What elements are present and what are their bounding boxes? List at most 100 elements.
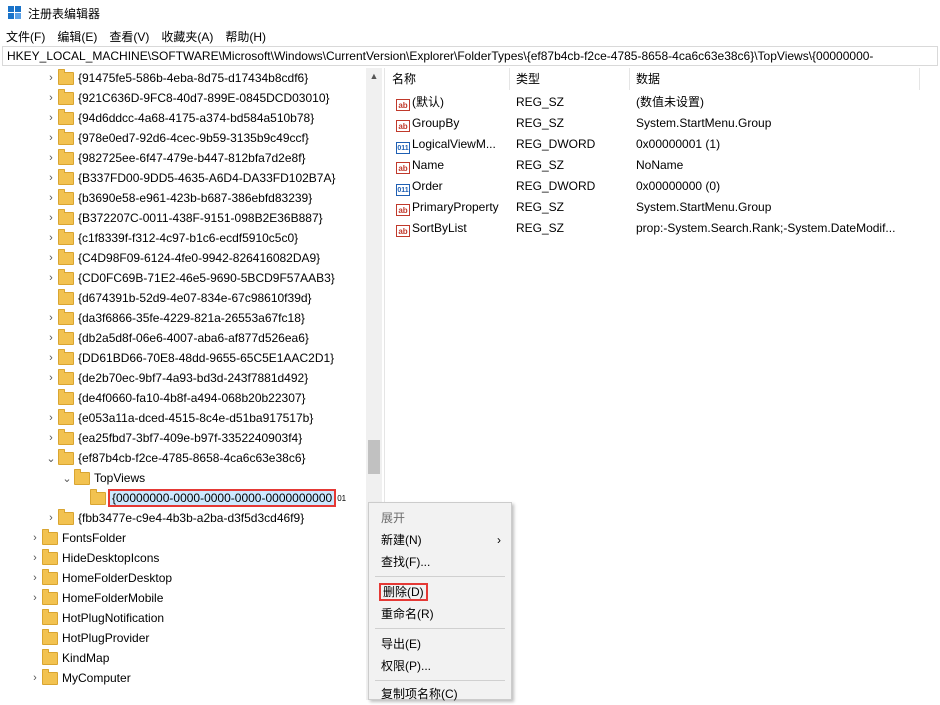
value-row[interactable]: ab Name REG_SZ NoName (386, 155, 940, 176)
address-bar[interactable]: HKEY_LOCAL_MACHINE\SOFTWARE\Microsoft\Wi… (2, 46, 938, 66)
value-type: REG_SZ (516, 158, 565, 172)
chevron-right-icon[interactable]: › (44, 412, 58, 424)
ctx-rename[interactable]: 重命名(R) (369, 603, 511, 625)
chevron-right-icon[interactable]: › (44, 232, 58, 244)
chevron-right-icon[interactable]: › (44, 112, 58, 124)
tree-item[interactable]: › {e053a11a-dced-4515-8c4e-d51ba917517b} (44, 408, 313, 428)
ctx-expand[interactable]: 展开 (369, 507, 511, 529)
chevron-right-icon[interactable]: › (44, 332, 58, 344)
ctx-copy-key-name[interactable]: 复制项名称(C) (369, 683, 511, 705)
tree-item[interactable]: › {91475fe5-586b-4eba-8d75-d17434b8cdf6} (44, 68, 308, 88)
chevron-right-icon[interactable]: › (44, 352, 58, 364)
chevron-right-icon[interactable]: › (28, 552, 42, 564)
value-row[interactable]: ab GroupBy REG_SZ System.StartMenu.Group (386, 113, 940, 134)
menu-help[interactable]: 帮助(H) (219, 28, 272, 45)
chevron-right-icon[interactable]: › (28, 672, 42, 684)
ctx-delete[interactable]: 删除(D) (369, 581, 511, 603)
chevron-right-icon[interactable]: › (28, 592, 42, 604)
folder-icon (58, 188, 74, 205)
menu-edit[interactable]: 编辑(E) (51, 28, 103, 45)
value-type: REG_SZ (516, 221, 565, 235)
string-value-icon: ab (396, 225, 410, 237)
tree-item[interactable]: › {c1f8339f-f312-4c97-b1c6-ecdf5910c5c0} (44, 228, 298, 248)
tree-item[interactable]: › {982725ee-6f47-479e-b447-812bfa7d2e8f} (44, 148, 306, 168)
tree-item[interactable]: › HomeFolderDesktop (28, 568, 172, 588)
chevron-right-icon[interactable]: › (44, 512, 58, 524)
ctx-export[interactable]: 导出(E) (369, 633, 511, 655)
column-header-type[interactable]: 类型 (510, 68, 630, 90)
tree-item[interactable]: {00000000-0000-0000-0000-0000000000 01 (76, 488, 346, 508)
tree-item[interactable]: › {fbb3477e-c9e4-4b3b-a2ba-d3f5d3cd46f9} (44, 508, 304, 528)
chevron-right-icon[interactable]: › (44, 132, 58, 144)
tree-item[interactable]: › HomeFolderMobile (28, 588, 163, 608)
tree-item[interactable]: ⌄ {ef87b4cb-f2ce-4785-8658-4ca6c63e38c6} (44, 448, 306, 468)
value-row[interactable]: 011 LogicalViewM... REG_DWORD 0x00000001 (1… (386, 134, 940, 155)
tree-item[interactable]: › HideDesktopIcons (28, 548, 159, 568)
chevron-right-icon[interactable]: › (44, 92, 58, 104)
value-name: ab GroupBy (396, 113, 514, 134)
ctx-permissions[interactable]: 权限(P)... (369, 655, 511, 677)
chevron-right-icon[interactable]: › (44, 72, 58, 84)
chevron-down-icon[interactable]: ⌄ (60, 472, 74, 485)
chevron-right-icon[interactable]: › (28, 532, 42, 544)
chevron-right-icon[interactable]: › (44, 152, 58, 164)
chevron-down-icon[interactable]: ⌄ (44, 452, 58, 465)
tree-item[interactable]: › {de2b70ec-9bf7-4a93-bd3d-243f7881d492} (44, 368, 308, 388)
tree-item[interactable]: › {C4D98F09-6124-4fe0-9942-826416082DA9} (44, 248, 320, 268)
chevron-right-icon[interactable]: › (44, 172, 58, 184)
tree-item[interactable]: HotPlugProvider (28, 628, 149, 648)
tree-item[interactable]: › {978e0ed7-92d6-4cec-9b59-3135b9c49ccf} (44, 128, 309, 148)
registry-tree[interactable]: › {91475fe5-586b-4eba-8d75-d17434b8cdf6} ›… (0, 68, 385, 700)
tree-item[interactable]: {de4f0660-fa10-4b8f-a494-068b20b22307} (44, 388, 306, 408)
tree-item[interactable]: › {921C636D-9FC8-40d7-899E-0845DCD03010} (44, 88, 330, 108)
chevron-right-icon[interactable]: › (44, 272, 58, 284)
tree-item[interactable]: KindMap (28, 648, 109, 668)
value-data: (数值未设置) (636, 95, 704, 109)
value-name-text: SortByList (412, 221, 467, 235)
tree-item[interactable]: › {db2a5d8f-06e6-4007-aba6-af877d526ea6} (44, 328, 309, 348)
chevron-right-icon[interactable]: › (44, 432, 58, 444)
tree-item[interactable]: › {ea25fbd7-3bf7-409e-b97f-3352240903f4} (44, 428, 302, 448)
value-type: REG_SZ (516, 95, 565, 109)
tree-item-label: KindMap (62, 651, 110, 665)
menu-favorites[interactable]: 收藏夹(A) (155, 28, 219, 45)
tree-item[interactable]: › {B337FD00-9DD5-4635-A6D4-DA33FD102B7A} (44, 168, 335, 188)
tree-item[interactable]: › {B372207C-0011-438F-9151-098B2E36B887} (44, 208, 323, 228)
tree-item[interactable]: › {DD61BD66-70E8-48dd-9655-65C5E1AAC2D1} (44, 348, 334, 368)
tree-item[interactable]: ⌄ TopViews (60, 468, 145, 488)
tree-item[interactable]: {d674391b-52d9-4e07-834e-67c98610f39d} (44, 288, 312, 308)
scroll-thumb[interactable] (368, 440, 380, 474)
value-row[interactable]: 011 Order REG_DWORD 0x00000000 (0) (386, 176, 940, 197)
tree-item[interactable]: › {da3f6866-35fe-4229-821a-26553a67fc18} (44, 308, 305, 328)
ctx-new[interactable]: 新建(N) › (369, 529, 511, 551)
chevron-right-icon[interactable]: › (44, 192, 58, 204)
chevron-right-icon[interactable]: › (44, 312, 58, 324)
chevron-right-icon[interactable]: › (44, 212, 58, 224)
tree-item[interactable]: › MyComputer (28, 668, 131, 688)
value-name: 011 LogicalViewM... (396, 134, 514, 155)
chevron-right-icon[interactable]: › (28, 572, 42, 584)
column-header-name[interactable]: 名称 (386, 68, 510, 90)
menu-file[interactable]: 文件(F) (0, 28, 51, 45)
dword-value-icon: 011 (396, 184, 410, 196)
value-name: ab Name (396, 155, 514, 176)
tree-item-label: {B372207C-0011-438F-9151-098B2E36B887} (78, 211, 323, 225)
value-name: ab (默认) (396, 92, 514, 113)
tree-item[interactable]: HotPlugNotification (28, 608, 164, 628)
chevron-right-icon[interactable]: › (44, 372, 58, 384)
ctx-find[interactable]: 查找(F)... (369, 551, 511, 573)
column-header-data[interactable]: 数据 (630, 68, 920, 90)
value-row[interactable]: ab SortByList REG_SZ prop:-System.Search.Ra… (386, 218, 940, 239)
value-row[interactable]: ab (默认) REG_SZ (数值未设置) (386, 92, 940, 113)
tree-item-label: {d674391b-52d9-4e07-834e-67c98610f39d} (78, 291, 312, 305)
chevron-right-icon[interactable]: › (44, 252, 58, 264)
value-row[interactable]: ab PrimaryProperty REG_SZ System.StartMenu.… (386, 197, 940, 218)
menu-view[interactable]: 查看(V) (103, 28, 155, 45)
folder-icon (58, 148, 74, 165)
tree-item[interactable]: › {94d6ddcc-4a68-4175-a374-bd584a510b78} (44, 108, 314, 128)
tree-item[interactable]: › {b3690e58-e961-423b-b687-386ebfd83239} (44, 188, 312, 208)
scroll-up-arrow-icon[interactable]: ▲ (366, 68, 382, 84)
tree-item[interactable]: › FontsFolder (28, 528, 126, 548)
tree-item[interactable]: › {CD0FC69B-71E2-46e5-9690-5BCD9F57AAB3} (44, 268, 335, 288)
value-type: REG_SZ (516, 116, 565, 130)
